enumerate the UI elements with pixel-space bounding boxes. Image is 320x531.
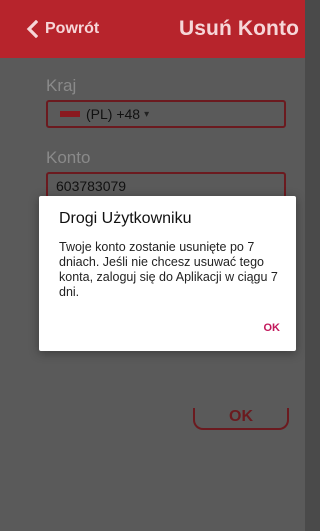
chevron-left-icon — [26, 20, 38, 38]
delete-account-screen: Powrót Usuń Konto Kraj (PL) +48 ▾ Konto … — [0, 0, 305, 531]
caret-down-icon: ▾ — [144, 108, 150, 120]
alert-dialog: Drogi Użytkowniku Twoje konto zostanie u… — [39, 196, 296, 351]
account-label: Konto — [46, 148, 91, 167]
dialog-ok-button[interactable]: OK — [264, 322, 281, 334]
ok-button[interactable]: OK — [193, 408, 289, 430]
country-select[interactable]: (PL) +48 ▾ — [46, 100, 286, 128]
country-label: Kraj — [46, 76, 77, 95]
country-value: (PL) +48 — [86, 106, 141, 122]
app-header: Powrót Usuń Konto — [0, 0, 305, 58]
back-button[interactable]: Powrót — [26, 0, 99, 58]
account-value: 603783079 — [56, 178, 127, 194]
flag-icon — [60, 111, 80, 117]
dialog-title: Drogi Użytkowniku — [59, 210, 192, 227]
page-title: Usuń Konto — [179, 17, 299, 40]
back-label: Powrót — [45, 20, 100, 37]
dialog-message: Twoje konto zostanie usunięte po 7 dniac… — [59, 240, 278, 299]
